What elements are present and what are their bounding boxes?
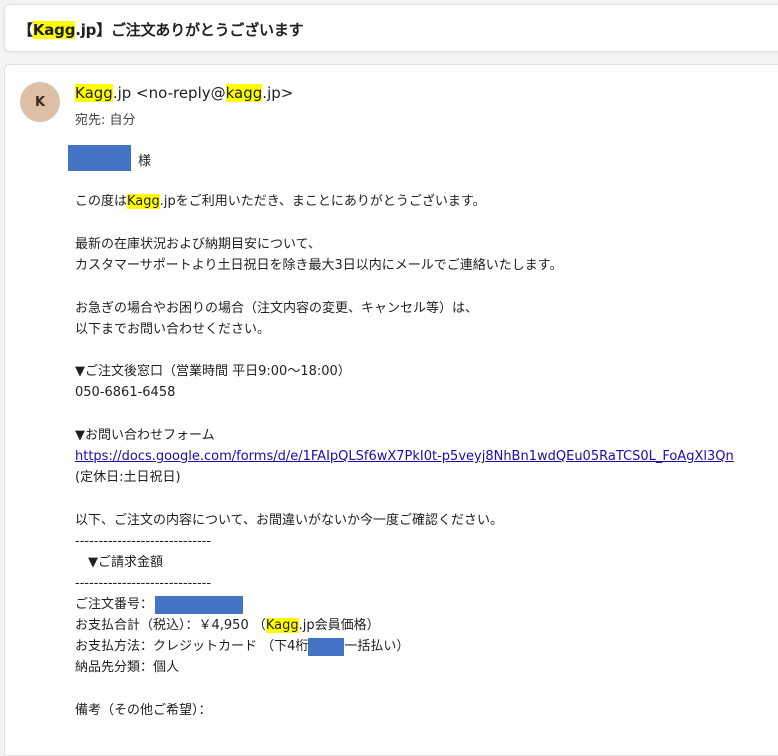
- total-line: お支払合計（税込）：￥4,950 （Kagg.jp会員価格）: [75, 616, 380, 635]
- body-line-9: (定休日:土日祝日): [75, 470, 181, 485]
- avatar[interactable]: K: [20, 82, 60, 122]
- to-value: 自分: [109, 113, 136, 128]
- sender-line[interactable]: Kagg.jp <no-reply@kagg.jp>: [75, 84, 293, 102]
- email-subject: 【Kagg.jp】ご注文ありがとうございます: [18, 19, 304, 40]
- delivery-line: 納品先分類：個人: [75, 660, 180, 675]
- sender-post: .jp>: [262, 84, 294, 102]
- body-line-1: この度はKagg.jpをご利用いただき、まことにありがとうございます。: [75, 192, 486, 211]
- body-line-2: 最新の在庫状況および納期目安について、: [75, 237, 321, 252]
- l1-brand: Kagg: [127, 194, 160, 209]
- recipient-line[interactable]: 宛先: 自分: [75, 109, 136, 128]
- redacted-card-digits: [308, 637, 345, 656]
- payment-line: お支払方法：クレジットカード （下4桁 一括払い）: [75, 637, 409, 656]
- body-line-6: ▼ご注文後窓口（営業時間 平日9:00〜18:00）: [75, 364, 351, 379]
- l14-pre: お支払方法：クレジットカード （下4桁: [75, 639, 309, 654]
- divider-1: -----------------------------: [75, 534, 212, 549]
- to-label: 宛先:: [75, 113, 106, 128]
- l1-post: .jpをご利用いただき、まことにありがとうございます。: [159, 194, 486, 209]
- body-line-4: お急ぎの場合やお困りの場合（注文内容の変更、キャンセル等）は、: [75, 301, 479, 316]
- divider-2: -----------------------------: [75, 576, 212, 591]
- order-number-line: ご注文番号：: [75, 595, 244, 614]
- subject-post: .jp】ご注文ありがとうございます: [75, 21, 304, 39]
- l14-post: 一括払い）: [344, 639, 410, 654]
- notes-line: 備考（その他ご希望）：: [75, 703, 212, 718]
- sender-brand2: kagg: [225, 84, 263, 102]
- redacted-order-number: [155, 595, 244, 614]
- section-heading: ▼ご請求金額: [75, 555, 163, 570]
- subject-brand: Kagg: [32, 21, 76, 39]
- subject-pre: 【: [18, 21, 33, 39]
- l13-brand: Kagg: [265, 618, 299, 633]
- order-number-label: ご注文番号：: [75, 597, 154, 612]
- body-line-5: 以下までお問い合わせください。: [75, 322, 271, 337]
- phone-number: 050-6861-6458: [75, 385, 176, 400]
- form-link[interactable]: https://docs.google.com/forms/d/e/1FAIpQ…: [75, 447, 734, 466]
- l13-pre: お支払合計（税込）：￥4,950 （: [75, 618, 266, 633]
- subject-bar: 【Kagg.jp】ご注文ありがとうございます: [4, 4, 778, 52]
- redacted-name: [68, 145, 131, 171]
- l1-pre: この度は: [75, 194, 128, 209]
- l13-post: .jp会員価格）: [298, 618, 380, 633]
- body-line-3: カスタマーサポートより土日祝日を除き最大3日以内にメールでご連絡いたします。: [75, 258, 563, 273]
- sender-mid: .jp <no-reply@: [112, 84, 226, 102]
- sender-brand: Kagg: [75, 84, 113, 102]
- body-line-10: 以下、ご注文の内容について、お間違いがないか今一度ご確認ください。: [75, 513, 503, 528]
- body-line-8: ▼お問い合わせフォーム: [75, 428, 215, 443]
- honorific: 様: [138, 154, 152, 169]
